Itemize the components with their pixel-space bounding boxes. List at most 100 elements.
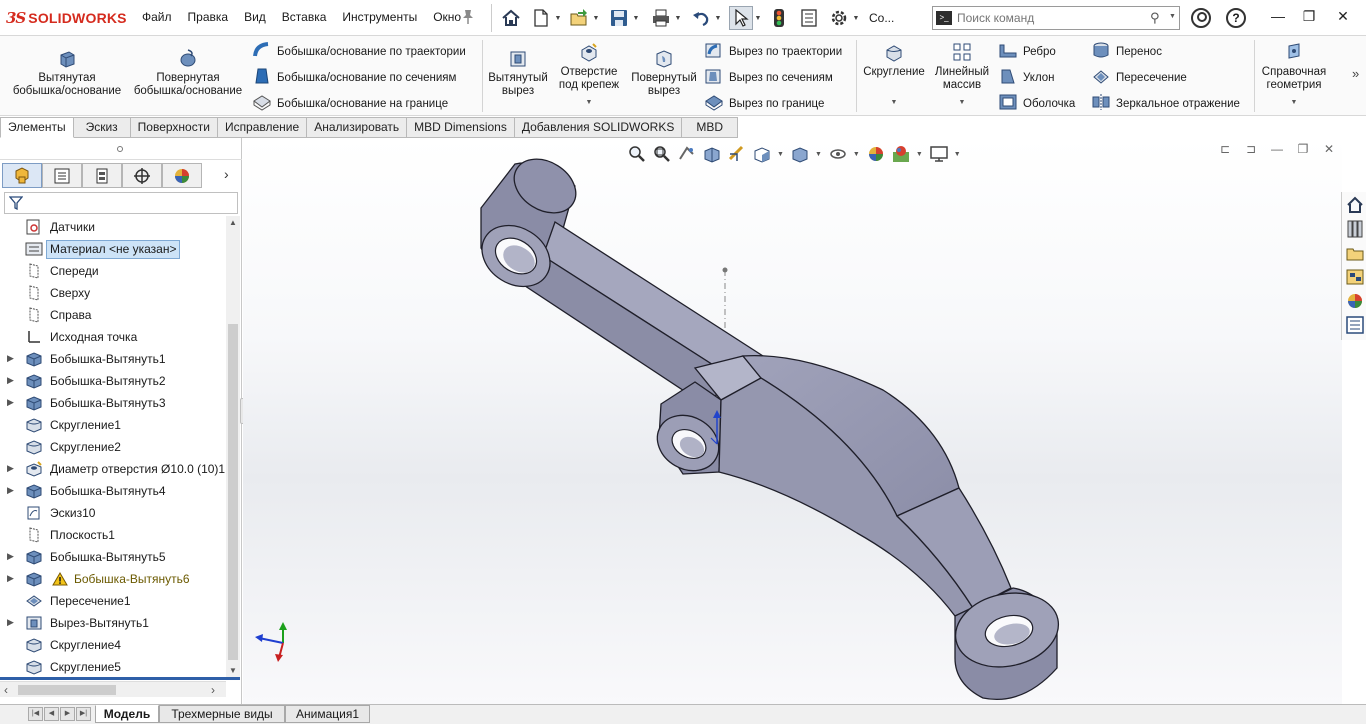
hole-wizard-button[interactable]: Отверстие под крепеж ▼	[554, 42, 624, 109]
expand-arrow-icon[interactable]: ▶	[7, 375, 14, 386]
boundary-boss-button[interactable]: Бобышка/основание на границе	[252, 93, 448, 114]
revolved-cut-button[interactable]: Повернутый вырез	[628, 48, 700, 98]
scroll-left-icon[interactable]: ‹	[4, 683, 8, 697]
linear-pattern-dropdown-icon[interactable]: ▼	[930, 96, 994, 109]
scroll-up-icon[interactable]: ▲	[229, 218, 237, 227]
hscroll-thumb[interactable]	[18, 685, 116, 695]
tab-surfaces[interactable]: Поверхности	[130, 117, 218, 138]
expand-arrow-icon[interactable]: ▶	[7, 353, 14, 364]
tab-model[interactable]: Модель	[95, 705, 159, 723]
open-icon[interactable]	[567, 6, 591, 30]
hole-wizard-dropdown-icon[interactable]: ▼	[554, 96, 624, 109]
shell-button[interactable]: Оболочка	[998, 93, 1075, 114]
rib-button[interactable]: Ребро	[998, 41, 1056, 62]
mirror-button[interactable]: Зеркальное отражение	[1091, 93, 1240, 114]
expand-arrow-icon[interactable]: ▶	[7, 397, 14, 408]
expand-arrow-icon[interactable]: ▶	[7, 463, 14, 474]
home-icon[interactable]	[499, 6, 523, 30]
swept-cut-button[interactable]: Вырез по траектории	[704, 41, 842, 62]
tree-node[interactable]: Плоскость1	[0, 524, 226, 546]
chevron-right-icon[interactable]: ›	[224, 166, 229, 182]
solidworks-resources-icon[interactable]	[1345, 195, 1365, 215]
graphics-area[interactable]: ▼ ▼ ▼ ▼ ▼ ⊏ ⊐ — ❐ ✕	[243, 138, 1342, 704]
select-icon[interactable]	[729, 6, 753, 30]
expand-arrow-icon[interactable]: ▶	[7, 485, 14, 496]
tree-node[interactable]: Скругление1	[0, 414, 226, 436]
tree-node[interactable]: Материал <не указан>	[0, 238, 226, 260]
prev-tab-icon[interactable]: ◀	[44, 707, 59, 721]
menu-edit[interactable]: Правка	[180, 10, 237, 24]
new-document-icon[interactable]	[529, 6, 553, 30]
rollback-bar[interactable]	[0, 677, 240, 680]
undo-dropdown-icon[interactable]: ▼	[713, 6, 723, 30]
tree-node[interactable]: ▶ Бобышка-Вытянуть4	[0, 480, 226, 502]
tree-node[interactable]: Сверху	[0, 282, 226, 304]
menu-insert[interactable]: Вставка	[274, 10, 335, 24]
options-gear-icon[interactable]	[827, 6, 851, 30]
tab-analyze[interactable]: Анализировать	[307, 117, 408, 138]
filter-icon[interactable]	[9, 196, 23, 210]
dimxpert-manager-tab-icon[interactable]	[122, 163, 162, 188]
panel-handle-icon[interactable]	[117, 146, 123, 152]
tree-node[interactable]: ▶ Бобышка-Вытянуть2	[0, 370, 226, 392]
scroll-right-icon[interactable]: ›	[211, 683, 215, 697]
tab-sketch[interactable]: Эскиз	[73, 117, 131, 138]
toolbar-overflow[interactable]: Со...	[869, 11, 894, 25]
command-search[interactable]: >_ ⚲ ▼	[932, 6, 1180, 30]
last-tab-icon[interactable]: ▶|	[76, 707, 91, 721]
configuration-manager-tab-icon[interactable]	[82, 163, 122, 188]
custom-properties-icon[interactable]	[1345, 315, 1365, 335]
lofted-cut-button[interactable]: Вырез по сечениям	[704, 67, 833, 88]
fillet-button[interactable]: Скругление ▼	[860, 42, 928, 109]
expand-arrow-icon[interactable]: ▶	[7, 617, 14, 628]
tree-node[interactable]: Датчики	[0, 216, 226, 238]
display-manager-tab-icon[interactable]	[162, 163, 202, 188]
tree-node[interactable]: ▶ Бобышка-Вытянуть3	[0, 392, 226, 414]
save-icon[interactable]	[607, 6, 631, 30]
next-tab-icon[interactable]: ▶	[60, 707, 75, 721]
options-dropdown-icon[interactable]: ▼	[851, 6, 861, 30]
help-icon[interactable]: ?	[1226, 8, 1246, 28]
file-explorer-icon[interactable]	[1345, 243, 1365, 263]
extruded-boss-button[interactable]: Вытянутая бобышка/основание	[8, 48, 126, 98]
linear-pattern-button[interactable]: Линейный массив ▼	[930, 42, 994, 109]
tree-node[interactable]: ▶ Бобышка-Вытянуть6	[0, 568, 226, 590]
wrap-button[interactable]: Перенос	[1091, 41, 1162, 62]
tree-node[interactable]: Скругление4	[0, 634, 226, 656]
design-library-icon[interactable]	[1345, 219, 1365, 239]
user-account-icon[interactable]	[1191, 8, 1211, 28]
property-manager-tab-icon[interactable]	[42, 163, 82, 188]
draft-button[interactable]: Уклон	[998, 67, 1055, 88]
ribbon-more-icon[interactable]: »	[1352, 66, 1359, 81]
minimize-icon[interactable]: —	[1268, 8, 1288, 28]
search-icon[interactable]: ⚲	[1150, 10, 1160, 26]
boundary-cut-button[interactable]: Вырез по границе	[704, 93, 824, 114]
select-dropdown-icon[interactable]: ▼	[753, 6, 763, 30]
view-palette-icon[interactable]	[1345, 267, 1365, 287]
menu-file[interactable]: Файл	[134, 10, 180, 24]
first-tab-icon[interactable]: |◀	[28, 707, 43, 721]
search-input[interactable]	[957, 9, 1147, 27]
menu-view[interactable]: Вид	[236, 10, 274, 24]
tree-node[interactable]: ▶ Бобышка-Вытянуть5	[0, 546, 226, 568]
tree-node[interactable]: Исходная точка	[0, 326, 226, 348]
part-model[interactable]	[243, 138, 1342, 704]
appearances-icon[interactable]	[1345, 291, 1365, 311]
intersect-button[interactable]: Пересечение	[1091, 67, 1187, 88]
tree-node[interactable]: Скругление2	[0, 436, 226, 458]
tree-node[interactable]: Скругление5	[0, 656, 226, 678]
tree-node[interactable]: ▶ Диаметр отверстия Ø10.0 (10)1	[0, 458, 226, 480]
fillet-dropdown-icon[interactable]: ▼	[860, 96, 928, 109]
revolved-boss-button[interactable]: Повернутая бобышка/основание	[130, 48, 246, 98]
tab-animation[interactable]: Анимация1	[285, 705, 370, 723]
tab-solidworks-addins[interactable]: Добавления SOLIDWORKS	[514, 117, 683, 138]
close-icon[interactable]: ✕	[1333, 8, 1353, 28]
extruded-cut-button[interactable]: Вытянутый вырез	[486, 48, 550, 98]
tab-mbd-dimensions[interactable]: MBD Dimensions	[407, 117, 515, 138]
reference-geometry-dropdown-icon[interactable]: ▼	[1258, 96, 1330, 109]
search-dropdown-icon[interactable]: ▼	[1169, 13, 1176, 20]
tab-features[interactable]: Элементы	[0, 117, 74, 138]
tree-node[interactable]: ▶ Бобышка-Вытянуть1	[0, 348, 226, 370]
feature-manager-tab-icon[interactable]	[2, 163, 42, 188]
tab-3d-views[interactable]: Трехмерные виды	[159, 705, 285, 723]
